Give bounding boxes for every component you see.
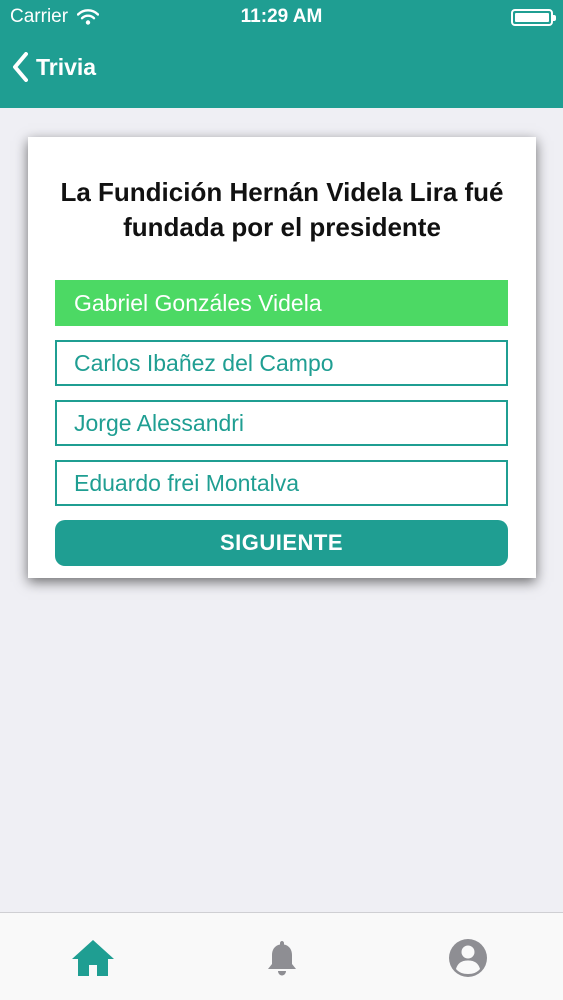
app-header: Carrier 11:29 AM Trivia: [0, 0, 563, 108]
answer-option[interactable]: Gabriel Gonzáles Videla: [55, 280, 508, 326]
answer-option-label: Gabriel Gonzáles Videla: [74, 289, 322, 316]
next-button[interactable]: SIGUIENTE: [55, 520, 508, 566]
question-card: La Fundición Hernán Videla Lira fué fund…: [28, 137, 536, 578]
tab-notifications[interactable]: [258, 935, 306, 981]
home-icon: [72, 940, 114, 976]
tab-home[interactable]: [69, 935, 117, 981]
nav-bar: Trivia: [0, 34, 563, 108]
answer-option-label: Jorge Alessandri: [74, 409, 245, 436]
battery-nub: [553, 15, 556, 21]
tab-bar: [0, 912, 563, 1000]
question-text: La Fundición Hernán Videla Lira fué fund…: [60, 177, 504, 242]
user-circle-icon: [449, 939, 487, 977]
back-label: Trivia: [36, 53, 97, 80]
battery-icon: [511, 9, 556, 26]
tab-profile[interactable]: [444, 935, 492, 981]
status-bar: Carrier 11:29 AM: [0, 0, 563, 34]
bell-icon: [268, 941, 296, 976]
battery-fill: [515, 13, 549, 22]
answer-option[interactable]: Eduardo frei Montalva: [55, 460, 508, 506]
answer-option-label: Eduardo frei Montalva: [74, 469, 300, 496]
back-button[interactable]: Trivia: [12, 52, 96, 82]
answer-option[interactable]: Carlos Ibañez del Campo: [55, 340, 508, 386]
answer-option[interactable]: Jorge Alessandri: [55, 400, 508, 446]
next-button-label: SIGUIENTE: [219, 530, 344, 555]
status-time: 11:29 AM: [240, 6, 323, 27]
chevron-left-icon: [13, 52, 28, 82]
answer-option-label: Carlos Ibañez del Campo: [74, 349, 334, 376]
